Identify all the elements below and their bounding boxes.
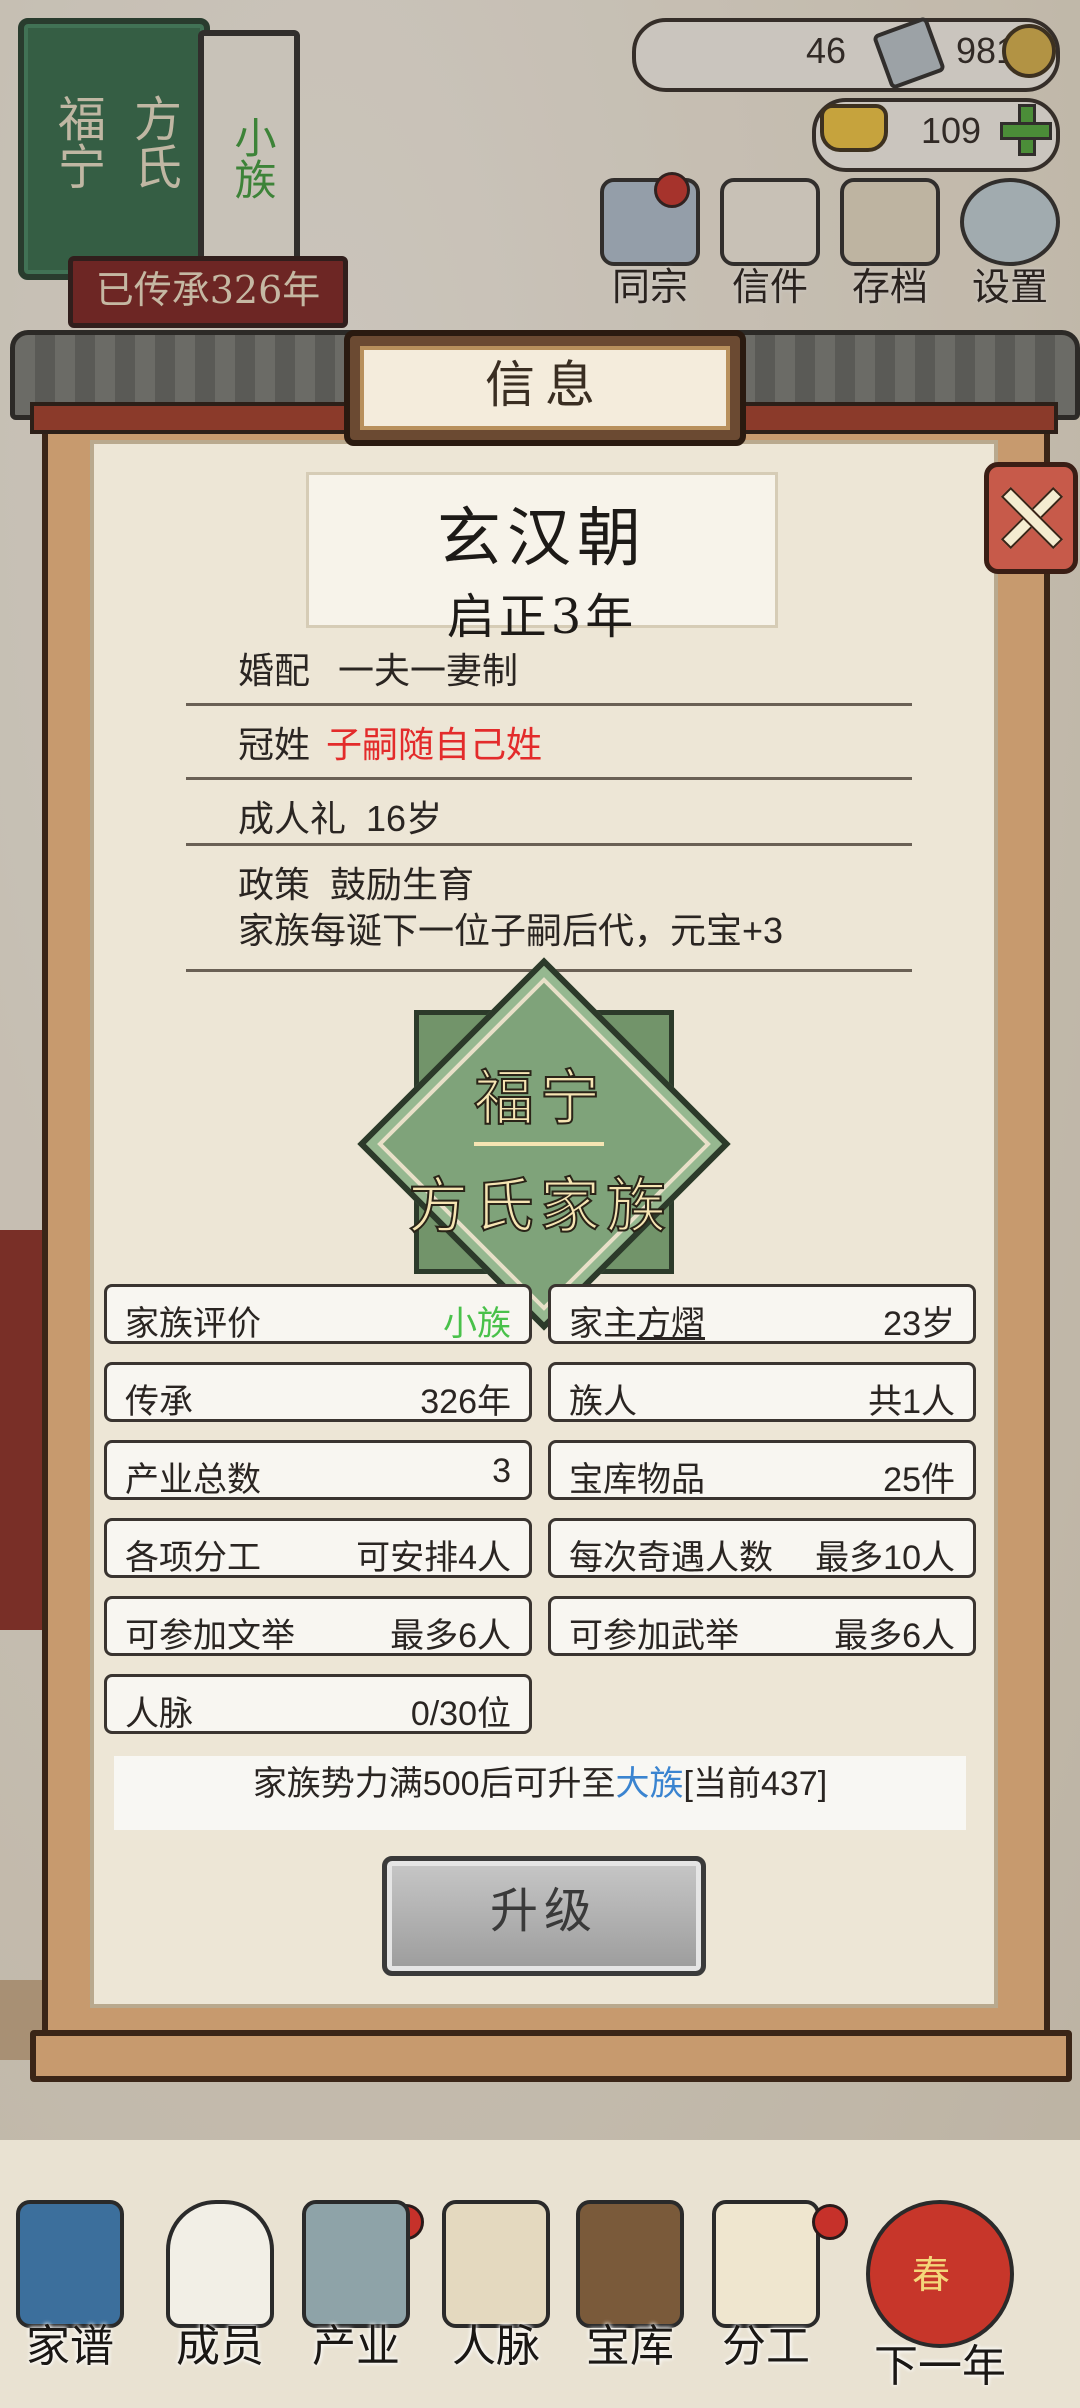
marriage-value: 一夫一妻制 <box>338 650 519 691</box>
stat-treasury-items: 宝库物品 25件 <box>548 1440 976 1500</box>
stat-label: 家主方熠 <box>569 1305 705 1343</box>
notice-text: 家族势力满500后可升至 <box>252 1765 616 1803</box>
surname-row: 冠姓 子嗣随自己姓 <box>186 716 912 780</box>
scroll-icon <box>712 2200 820 2328</box>
emblem-divider <box>474 1142 604 1146</box>
nav-connections-label: 人脉 <box>452 2321 540 2372</box>
coming-of-age-label: 成人礼 <box>238 798 347 839</box>
next-year-button[interactable]: 春 下一年 <box>860 2200 1020 2400</box>
stat-label: 每次奇遇人数 <box>569 1539 773 1577</box>
stat-value: 最多10人 <box>815 1539 955 1577</box>
stat-label: 宝库物品 <box>569 1461 705 1499</box>
stat-clan-head: 家主方熠 23岁 <box>548 1284 976 1344</box>
nav-treasury-label: 宝库 <box>586 2321 674 2372</box>
treasure-chest-icon <box>576 2200 684 2328</box>
nav-members-button[interactable]: 成员 <box>160 2200 280 2400</box>
stat-inheritance: 传承 326年 <box>104 1362 532 1422</box>
stat-label: 可参加文举 <box>125 1617 295 1655</box>
nav-members-label: 成员 <box>176 2321 264 2372</box>
stat-clan-rating: 家族评价 小族 <box>104 1284 532 1344</box>
emblem-line-2: 方氏家族 <box>407 1171 672 1243</box>
policy-description: 家族每诞下一位子嗣后代，元宝+3 <box>238 910 784 951</box>
nav-genealogy-label: 家谱 <box>26 2321 114 2372</box>
lantern-character: 春 <box>912 2253 951 2297</box>
nav-industry-label: 产业 <box>312 2321 400 2372</box>
coming-of-age-row: 成人礼 16岁 <box>186 790 912 846</box>
stat-value: 共1人 <box>868 1383 955 1421</box>
policy-row: 政策 鼓励生育 家族每诞下一位子嗣后代，元宝+3 <box>186 862 912 972</box>
nav-assignments-button[interactable]: 分工 <box>706 2200 826 2400</box>
notice-current: [当前437] <box>683 1765 828 1803</box>
stat-assignments: 各项分工 可安排4人 <box>104 1518 532 1578</box>
modal-title: 信息 <box>360 346 730 430</box>
nav-genealogy-button[interactable]: 家谱 <box>10 2200 130 2400</box>
nav-industry-button[interactable]: 产业 <box>296 2200 416 2400</box>
coming-of-age-value: 16岁 <box>366 798 443 839</box>
stat-label: 传承 <box>125 1383 193 1421</box>
pavilion-icon <box>302 2200 410 2328</box>
stat-value: 小族 <box>443 1305 511 1343</box>
stat-military-exam: 可参加武举 最多6人 <box>548 1596 976 1656</box>
nav-treasury-button[interactable]: 宝库 <box>570 2200 690 2400</box>
stat-value: 326年 <box>420 1383 511 1421</box>
stat-value: 3 <box>492 1452 511 1490</box>
stat-label: 可参加武举 <box>569 1617 739 1655</box>
spring-lantern-icon: 春 <box>866 2200 1014 2348</box>
stat-label: 族人 <box>569 1383 637 1421</box>
upgrade-button[interactable]: 升级 <box>382 1856 706 1976</box>
modal-title-plaque: 信息 <box>344 330 746 446</box>
stat-value: 23岁 <box>883 1305 955 1343</box>
stat-label: 各项分工 <box>125 1539 261 1577</box>
genealogy-book-icon <box>16 2200 124 2328</box>
stat-industries: 产业总数 3 <box>104 1440 532 1500</box>
stat-label: 产业总数 <box>125 1461 261 1499</box>
stat-label: 人脉 <box>125 1695 193 1733</box>
stat-members: 族人 共1人 <box>548 1362 976 1422</box>
stat-civil-exam: 可参加文举 最多6人 <box>104 1596 532 1656</box>
assignments-notification-dot <box>812 2204 848 2240</box>
policy-label: 政策 <box>238 864 311 905</box>
next-rank-highlight: 大族 <box>615 1765 684 1803</box>
stat-label: 家族评价 <box>125 1305 261 1343</box>
clan-head-name-link[interactable]: 方熠 <box>637 1305 705 1343</box>
marriage-label: 婚配 <box>238 650 311 691</box>
scroll-base <box>30 2030 1072 2082</box>
stat-encounter-size: 每次奇遇人数 最多10人 <box>548 1518 976 1578</box>
stat-value: 0/30位 <box>410 1695 511 1733</box>
close-button[interactable] <box>984 462 1078 574</box>
bottom-nav: 家谱 成员 产业 人脉 宝库 分工 春 下一年 <box>0 2140 1080 2408</box>
era-card: 玄汉朝 启正3年 <box>306 472 778 645</box>
policy-value: 鼓励生育 <box>330 864 475 905</box>
surname-label: 冠姓 <box>238 724 311 765</box>
stat-value: 25件 <box>883 1461 955 1499</box>
nav-assignments-label: 分工 <box>722 2321 810 2372</box>
stat-value: 最多6人 <box>834 1617 955 1655</box>
marriage-row: 婚配 一夫一妻制 <box>186 642 912 706</box>
stat-value: 可安排4人 <box>356 1539 511 1577</box>
stat-value: 最多6人 <box>390 1617 511 1655</box>
member-portrait-icon <box>166 2200 274 2328</box>
nav-connections-button[interactable]: 人脉 <box>436 2200 556 2400</box>
reign-year: 启正3年 <box>446 589 638 645</box>
network-icon <box>442 2200 550 2328</box>
emblem-line-1: 福宁 <box>473 1063 606 1135</box>
upgrade-notice: 家族势力满500后可升至大族[当前437] <box>114 1756 966 1830</box>
surname-value: 子嗣随自己姓 <box>326 724 543 765</box>
stat-connections: 人脉 0/30位 <box>104 1674 532 1734</box>
dynasty-name: 玄汉朝 <box>437 502 647 576</box>
